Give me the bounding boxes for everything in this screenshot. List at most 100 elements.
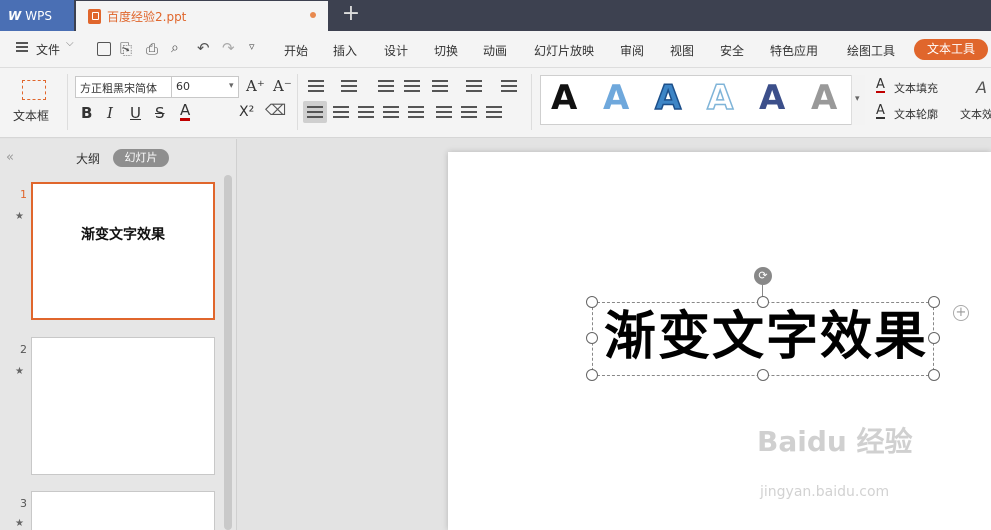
format-painter-icon[interactable]: ⎘ (120, 40, 132, 58)
text-style-dark-blue[interactable]: A (759, 78, 785, 118)
collapse-panel-icon[interactable]: « (6, 150, 14, 165)
animation-star-icon: ★ (15, 211, 24, 222)
resize-handle-nw[interactable] (586, 296, 598, 308)
text-effect-button[interactable]: 文本效 (960, 106, 991, 122)
text-style-black[interactable]: A (551, 78, 577, 118)
font-color-button[interactable]: A (180, 103, 191, 121)
resize-handle-sw[interactable] (586, 369, 598, 381)
add-element-icon[interactable]: + (953, 305, 969, 321)
divider (531, 74, 532, 130)
numbered-list-icon[interactable] (341, 80, 357, 92)
document-tab[interactable]: 百度经验2.ppt (76, 1, 328, 31)
slide-thumbnail-3[interactable] (31, 491, 215, 530)
wps-logo-icon: W (8, 8, 22, 23)
baidu-watermark: Baidu 经验 (757, 425, 913, 458)
text-style-blue-outline[interactable]: A (654, 77, 682, 119)
bold-button[interactable]: B (81, 104, 92, 122)
shrink-font-button[interactable]: A⁻ (273, 77, 292, 95)
rotate-handle-icon[interactable]: ⟳ (754, 267, 772, 285)
tab-slides[interactable]: 幻灯片 (113, 149, 169, 167)
slide-thumbnail-2[interactable] (31, 337, 215, 475)
new-tab-button[interactable]: + (340, 3, 362, 26)
text-outline-icon[interactable]: A (876, 104, 885, 119)
slide-thumbnail-1[interactable]: 渐变文字效果 (31, 182, 215, 320)
resize-handle-e[interactable] (928, 332, 940, 344)
align-left-icon (307, 106, 323, 118)
menu-text-tools[interactable]: 文本工具 (914, 39, 988, 60)
slide-number: 1 (20, 188, 27, 201)
chevron-down-icon: ⌵ (66, 38, 74, 49)
app-name: WPS (25, 8, 52, 23)
hamburger-menu-icon[interactable] (16, 42, 28, 52)
distribute-icon[interactable] (408, 106, 424, 118)
divider (67, 74, 68, 130)
decrease-indent-icon[interactable] (378, 80, 394, 92)
text-fill-button[interactable]: 文本填充 (894, 80, 938, 96)
print-icon[interactable]: ⎙ (146, 40, 158, 58)
increase-indent-icon[interactable] (404, 80, 420, 92)
text-style-white-outline[interactable]: A (706, 77, 734, 119)
chevron-down-icon: ▾ (229, 81, 234, 91)
redo-icon[interactable]: ↷ (222, 39, 235, 57)
align-center-icon[interactable] (333, 106, 349, 118)
slide-number: 3 (20, 497, 27, 510)
slide-title-text[interactable]: 渐变文字效果 (598, 306, 934, 368)
menu-features[interactable]: 特色应用 (770, 42, 818, 59)
chevron-down-icon: ▾ (855, 94, 860, 104)
superscript-button[interactable]: X² (239, 104, 254, 120)
watermark-url: jingyan.baidu.com (760, 484, 890, 500)
file-menu[interactable]: 文件 (36, 41, 60, 58)
print-preview-icon[interactable]: ⌕ (171, 40, 179, 56)
slide-panel-scrollbar[interactable] (224, 175, 232, 530)
menu-transition[interactable]: 切换 (434, 42, 458, 59)
bullet-list-icon[interactable] (308, 80, 324, 92)
resize-handle-w[interactable] (586, 332, 598, 344)
text-direction-icon[interactable] (466, 80, 482, 92)
wps-app-tab[interactable]: W WPS (0, 0, 74, 31)
line-spacing-icon[interactable] (436, 106, 452, 118)
italic-button[interactable]: I (107, 104, 113, 122)
undo-icon[interactable]: ↶ (197, 39, 210, 57)
tab-outline[interactable]: 大纲 (76, 150, 100, 167)
menu-home[interactable]: 开始 (284, 42, 308, 59)
slide-number: 2 (20, 343, 27, 356)
text-effect-icon: A (976, 78, 987, 97)
align-right-icon[interactable] (358, 106, 374, 118)
clear-format-icon[interactable]: ⌫ (265, 101, 286, 119)
document-tab-label: 百度经验2.ppt (107, 9, 187, 24)
paragraph-settings-icon[interactable] (486, 106, 502, 118)
menu-animation[interactable]: 动画 (483, 42, 507, 59)
font-name-select[interactable]: 方正粗黑宋简体 (75, 76, 172, 98)
menu-slideshow[interactable]: 幻灯片放映 (534, 42, 594, 59)
menu-drawing-tools[interactable]: 绘图工具 (847, 42, 895, 59)
paragraph-spacing-icon[interactable] (461, 106, 477, 118)
strikethrough-button[interactable]: S (155, 104, 165, 122)
underline-button[interactable]: U (130, 104, 141, 122)
animation-star-icon: ★ (15, 518, 24, 529)
columns-icon[interactable] (432, 80, 448, 92)
customize-dropdown-icon[interactable]: ▿ (249, 40, 255, 53)
text-outline-button[interactable]: 文本轮廓 (894, 106, 938, 122)
resize-handle-se[interactable] (928, 369, 940, 381)
text-style-light-blue[interactable]: A (603, 78, 629, 118)
resize-handle-s[interactable] (757, 369, 769, 381)
resize-handle-ne[interactable] (928, 296, 940, 308)
ppt-file-icon (88, 8, 101, 24)
menu-insert[interactable]: 插入 (333, 42, 357, 59)
textbox-label[interactable]: 文本框 (13, 107, 49, 124)
text-fill-icon[interactable]: A (876, 78, 885, 93)
justify-icon[interactable] (383, 106, 399, 118)
resize-handle-n[interactable] (757, 296, 769, 308)
unsaved-indicator-icon (310, 12, 316, 18)
menu-security[interactable]: 安全 (720, 42, 744, 59)
menu-design[interactable]: 设计 (384, 42, 408, 59)
vertical-align-icon[interactable] (501, 80, 517, 92)
slide-thumbnail-title: 渐变文字效果 (81, 227, 165, 243)
textbox-icon[interactable] (22, 80, 46, 100)
text-style-gray[interactable]: A (811, 78, 837, 118)
menu-review[interactable]: 审阅 (620, 42, 644, 59)
menu-view[interactable]: 视图 (670, 42, 694, 59)
grow-font-button[interactable]: A⁺ (246, 77, 265, 95)
save-icon[interactable] (97, 42, 111, 56)
divider (297, 74, 298, 130)
